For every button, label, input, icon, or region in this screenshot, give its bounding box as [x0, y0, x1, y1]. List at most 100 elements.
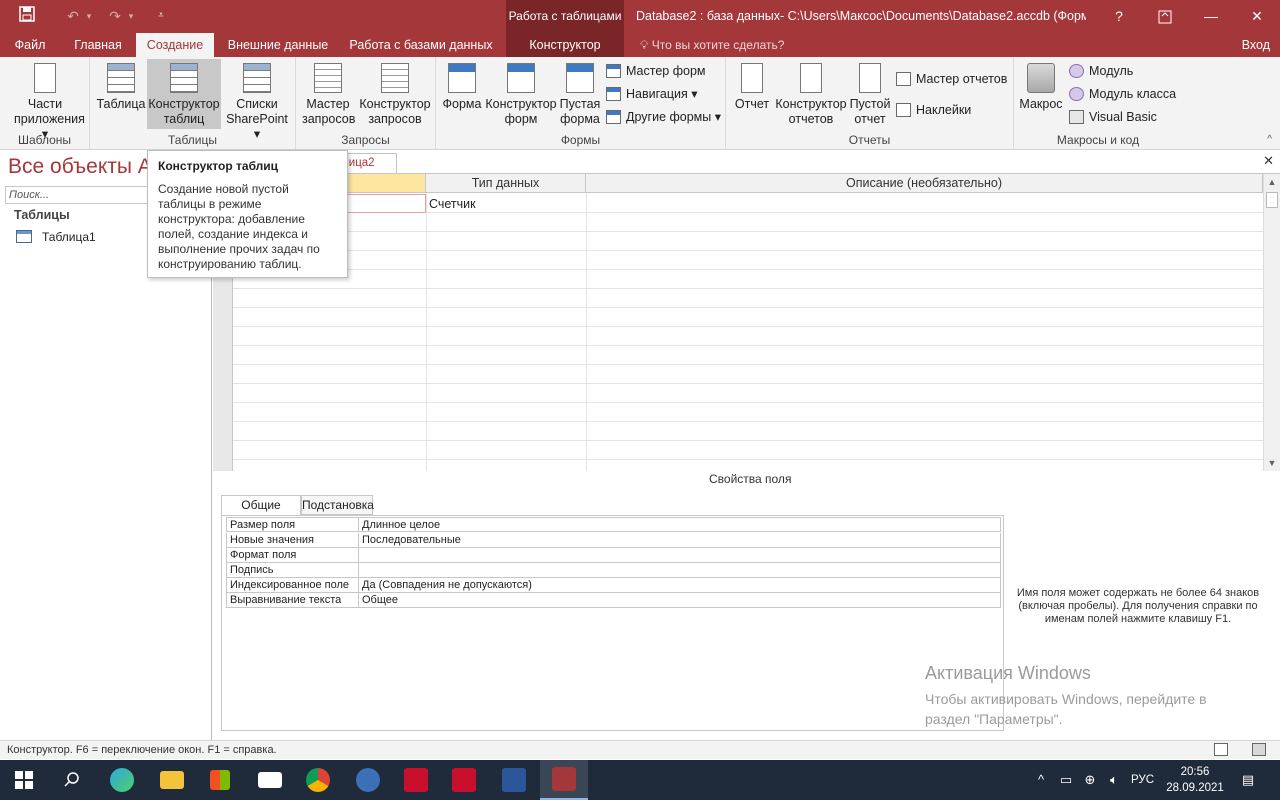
more-forms-label: Другие формы ▾: [626, 110, 722, 124]
labels-button[interactable]: Наклейки: [896, 100, 971, 120]
data-type-cell[interactable]: Счетчик: [429, 195, 476, 213]
blank-form-button[interactable]: Пустая форма: [558, 59, 602, 129]
sharepoint-lists-button[interactable]: Списки SharePoint ▾: [222, 59, 292, 141]
report-design-button[interactable]: Конструктор отчетов: [772, 59, 850, 129]
blank-report-button[interactable]: Пустой отчет: [848, 59, 892, 129]
module-button[interactable]: Модуль: [1069, 61, 1133, 81]
taskbar-access[interactable]: [540, 760, 588, 800]
close-button[interactable]: ✕: [1234, 0, 1280, 33]
scroll-down-icon[interactable]: ▼: [1264, 455, 1280, 471]
property-value[interactable]: [358, 563, 1002, 577]
tab-constructor[interactable]: Конструктор: [506, 33, 624, 57]
start-button[interactable]: [0, 760, 48, 800]
network-icon[interactable]: ⊕: [1082, 772, 1098, 788]
property-row[interactable]: Размер поля Длинное целое: [226, 517, 1001, 532]
minimize-button[interactable]: —: [1188, 0, 1234, 33]
form-label: Форма: [442, 97, 482, 111]
help-button[interactable]: ?: [1096, 0, 1142, 33]
form-button[interactable]: Форма: [440, 59, 484, 129]
search-button[interactable]: [48, 760, 96, 800]
scroll-up-icon[interactable]: ▲: [1264, 174, 1280, 190]
navigation-button[interactable]: Навигация ▾: [606, 84, 698, 104]
folder-icon: [160, 771, 184, 789]
property-value[interactable]: Длинное целое: [358, 518, 1002, 532]
taskbar-mail[interactable]: [246, 760, 294, 800]
undo-dropdown-icon[interactable]: ▾: [78, 6, 100, 26]
table-icon: [107, 63, 135, 93]
design-view-icon[interactable]: [1252, 743, 1266, 756]
vertical-scrollbar[interactable]: ▲ ▼: [1263, 174, 1280, 471]
field-properties-label: Свойства поля: [709, 472, 792, 486]
property-value[interactable]: [358, 548, 1002, 562]
property-name: Выравнивание текста: [230, 594, 342, 606]
form-wizard-label: Мастер форм: [626, 64, 706, 78]
search-icon: [64, 772, 79, 787]
windows-logo-icon: [15, 771, 33, 789]
more-forms-button[interactable]: Другие формы ▾: [606, 107, 721, 127]
ribbon-group-label: Макросы и код: [1056, 133, 1140, 147]
collapse-ribbon-icon[interactable]: ^: [1267, 134, 1272, 145]
tab-file[interactable]: Файл: [0, 33, 60, 57]
tab-external-data[interactable]: Внешние данные: [216, 33, 340, 57]
form-wizard-button[interactable]: Мастер форм: [606, 61, 706, 81]
redo-dropdown-icon[interactable]: ▾: [120, 6, 142, 26]
property-row[interactable]: Индексированное поле Да (Совпадения не д…: [226, 578, 1001, 593]
taskbar-flash-2[interactable]: [440, 760, 488, 800]
datasheet-view-icon[interactable]: [1214, 743, 1228, 756]
table-button[interactable]: Таблица: [95, 59, 147, 129]
save-icon[interactable]: [16, 6, 38, 26]
ribbon-display-options-icon[interactable]: [1142, 0, 1188, 33]
tab-create[interactable]: Создание: [136, 33, 214, 57]
battery-icon[interactable]: ▭: [1058, 772, 1074, 788]
nav-group-tables[interactable]: Таблицы: [14, 208, 70, 222]
activation-title: Активация Windows: [925, 663, 1091, 683]
taskbar-app[interactable]: [344, 760, 392, 800]
tell-me-search[interactable]: 💡︎ Что вы хотите сделать?: [640, 33, 784, 57]
property-row[interactable]: Подпись: [226, 563, 1001, 578]
property-row[interactable]: Выравнивание текста Общее: [226, 593, 1001, 608]
table-label: Таблица: [96, 97, 146, 111]
property-value[interactable]: Общее: [358, 593, 1002, 607]
visual-basic-button[interactable]: Visual Basic: [1069, 107, 1157, 127]
taskbar-chrome[interactable]: [294, 760, 342, 800]
property-value[interactable]: Да (Совпадения не допускаются): [358, 578, 1002, 592]
class-module-button[interactable]: Модуль класса: [1069, 84, 1176, 104]
tab-general[interactable]: Общие: [221, 495, 301, 516]
sign-in-link[interactable]: Вход: [1242, 33, 1270, 57]
clock-date: 28.09.2021: [1166, 782, 1224, 794]
app-parts-button[interactable]: Части приложения ▾: [2, 59, 88, 141]
scroll-thumb[interactable]: [1266, 192, 1278, 208]
input-language[interactable]: РУС: [1131, 760, 1154, 800]
taskbar-store[interactable]: [196, 760, 244, 800]
class-module-icon: [1069, 87, 1084, 101]
labels-label: Наклейки: [916, 103, 972, 117]
tab-home[interactable]: Главная: [62, 33, 134, 57]
property-row[interactable]: Новые значения Последовательные: [226, 533, 1001, 548]
macro-button[interactable]: Макрос: [1018, 59, 1064, 129]
query-design-button[interactable]: Конструктор запросов: [356, 59, 434, 129]
tray-expand-icon[interactable]: ^: [1033, 772, 1049, 788]
taskbar-flash-1[interactable]: [392, 760, 440, 800]
report-button[interactable]: Отчет: [732, 59, 772, 129]
nav-pane-title[interactable]: Все объекты A: [8, 155, 152, 179]
taskbar-edge[interactable]: [98, 760, 146, 800]
report-wizard-button[interactable]: Мастер отчетов: [896, 69, 1007, 89]
clock[interactable]: 20:56 28.09.2021: [1160, 764, 1230, 796]
property-row[interactable]: Формат поля: [226, 548, 1001, 563]
table-design-button[interactable]: Конструктор таблиц: [147, 59, 221, 129]
taskbar-explorer[interactable]: [148, 760, 196, 800]
notifications-icon[interactable]: ▤: [1240, 772, 1256, 788]
nav-search-input[interactable]: Поиск...: [5, 186, 150, 204]
volume-icon[interactable]: 🔈︎: [1106, 772, 1122, 788]
tab-lookup[interactable]: Подстановка: [301, 495, 374, 515]
form-design-button[interactable]: Конструктор форм: [484, 59, 558, 129]
nav-item-table1[interactable]: Таблица1: [16, 228, 96, 246]
property-value[interactable]: Последовательные: [358, 533, 1002, 547]
customize-quick-access-icon[interactable]: ⩡: [150, 6, 172, 26]
windows-taskbar: ^ ▭ ⊕ 🔈︎ РУС 20:56 28.09.2021 ▤: [0, 760, 1280, 800]
close-document-icon[interactable]: ✕: [1263, 153, 1274, 169]
taskbar-word[interactable]: [490, 760, 538, 800]
tab-database-tools[interactable]: Работа с базами данных: [342, 33, 500, 57]
query-wizard-button[interactable]: Мастер запросов: [302, 59, 355, 129]
report-design-icon: [800, 63, 822, 93]
